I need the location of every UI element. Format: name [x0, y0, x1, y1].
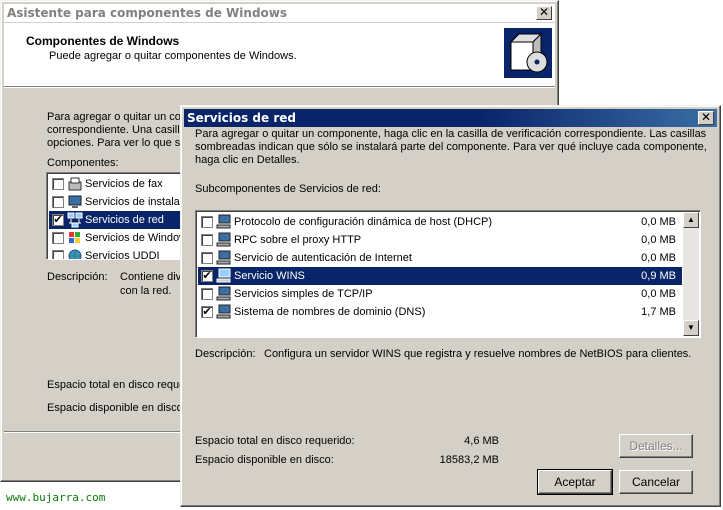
network-intro-line3: haga clic en Detalles. [195, 154, 300, 166]
subcomponent-size: 0,0 MB [641, 216, 676, 228]
wizard-close-button[interactable]: ✕ [536, 6, 552, 20]
subcomponent-checkbox[interactable] [201, 252, 213, 264]
install-icon [68, 195, 82, 208]
subcomponent-label: Sistema de nombres de dominio (DNS) [234, 306, 426, 318]
subcomponent-size: 0,0 MB [641, 288, 676, 300]
list-item[interactable]: Servicios de fax [49, 175, 185, 193]
network-intro-line2: sombreadas indican que sólo se instalará… [195, 141, 707, 153]
disk-required-label: Espacio total en disco requerido: [195, 435, 355, 447]
wizard-box-cd-icon [504, 28, 552, 78]
subcomponents-scrollbar[interactable]: ▲ ▼ [683, 212, 699, 336]
subcomponents-list[interactable]: Protocolo de configuración dinámica de h… [195, 210, 701, 338]
computer-icon [216, 232, 231, 247]
wizard-intro-line1: Para agregar o quitar un com [47, 111, 191, 123]
subcomponent-checkbox-checked[interactable]: ✔ [201, 270, 213, 282]
computer-icon [216, 304, 231, 319]
wizard-intro-line2: correspondiente. Una casilla [47, 124, 186, 136]
component-label: Servicios de red [85, 214, 164, 226]
accept-button[interactable]: Aceptar [537, 469, 613, 495]
wizard-components-list[interactable]: Servicios de fax Servicios de instalac ✔… [46, 172, 186, 260]
network-intro-line1: Para agregar o quitar un componente, hag… [195, 128, 707, 140]
wizard-description-line2: con la red. [120, 285, 172, 297]
network-description-label: Descripción: [195, 348, 256, 360]
wizard-header-subtitle: Puede agregar o quitar componentes de Wi… [49, 50, 297, 62]
wizard-intro-line3: opciones. Para ver lo que se [47, 137, 187, 149]
network-services-title: Servicios de red [187, 111, 296, 125]
component-checkbox[interactable] [52, 178, 64, 190]
wizard-components-label: Componentes: [47, 157, 119, 169]
subcomponent-size: 0,0 MB [641, 234, 676, 246]
subcomponent-checkbox[interactable] [201, 216, 213, 228]
list-item-selected[interactable]: ✔ Servicios de red [49, 211, 185, 229]
wizard-description-label: Descripción: [47, 271, 108, 283]
component-label: Servicios de Window [85, 232, 186, 244]
cancel-button[interactable]: Cancelar [619, 470, 693, 494]
subcomponent-label: Servicio WINS [234, 270, 305, 282]
scroll-up-button[interactable]: ▲ [683, 212, 699, 228]
disk-available-label: Espacio disponible en disco: [195, 454, 334, 466]
windows-services-icon [69, 232, 80, 243]
subcomponent-label: Protocolo de configuración dinámica de h… [234, 216, 493, 228]
list-item[interactable]: RPC sobre el proxy HTTP 0,0 MB [198, 231, 682, 249]
list-item-selected[interactable]: ✔ Servicio WINS 0,9 MB [198, 267, 682, 285]
watermark-url: www.bujarra.com [6, 491, 106, 504]
network-services-title-bar[interactable]: Servicios de red ✕ [184, 109, 717, 127]
network-services-close-button[interactable]: ✕ [698, 111, 714, 125]
computer-icon [216, 286, 231, 301]
list-item[interactable]: Servicios UDDI [49, 247, 185, 260]
wizard-header-title: Componentes de Windows [26, 34, 180, 48]
wizard-title-bar[interactable]: Asistente para componentes de Windows ✕ [4, 4, 555, 22]
computer-icon [216, 250, 231, 265]
subcomponent-checkbox-checked[interactable]: ✔ [201, 306, 213, 318]
list-item[interactable]: ✔ Sistema de nombres de dominio (DNS) 1,… [198, 303, 682, 321]
network-description-text: Configura un servidor WINS que registra … [264, 348, 692, 360]
list-item[interactable]: Servicio de autenticación de Internet 0,… [198, 249, 682, 267]
disk-available-value: 18583,2 MB [439, 454, 499, 466]
subcomponent-size: 0,0 MB [641, 252, 676, 264]
wizard-disk-required: Espacio total en disco requer [47, 379, 189, 391]
fax-icon [68, 177, 82, 191]
wizard-disk-available: Espacio disponible en disco: [47, 402, 186, 414]
network-icon [67, 212, 83, 228]
subcomponent-label: Servicio de autenticación de Internet [234, 252, 412, 264]
subcomponent-label: RPC sobre el proxy HTTP [234, 234, 362, 246]
list-item[interactable]: Servicios simples de TCP/IP 0,0 MB [198, 285, 682, 303]
list-item[interactable]: Servicios de instalac [49, 193, 185, 211]
network-services-dialog: Servicios de red ✕ Para agregar o quitar… [180, 105, 721, 507]
wizard-title: Asistente para componentes de Windows [7, 6, 288, 20]
component-label: Servicios de fax [85, 178, 163, 190]
subcomponent-checkbox[interactable] [201, 234, 213, 246]
computer-icon [216, 214, 231, 229]
computer-icon [216, 268, 231, 283]
component-label: Servicios de instalac [85, 196, 186, 208]
scroll-down-button[interactable]: ▼ [683, 320, 699, 336]
component-checkbox[interactable] [52, 196, 64, 208]
component-checkbox-checked[interactable]: ✔ [52, 214, 64, 226]
list-item[interactable]: Servicios de Window [49, 229, 185, 247]
details-button[interactable]: Detalles... [619, 434, 693, 458]
subcomponent-checkbox[interactable] [201, 288, 213, 300]
subcomponent-label: Servicios simples de TCP/IP [234, 288, 373, 300]
component-checkbox[interactable] [52, 250, 64, 259]
subcomponent-size: 1,7 MB [641, 306, 676, 318]
uddi-icon [68, 249, 82, 259]
subcomponents-label: Subcomponentes de Servicios de red: [195, 183, 381, 195]
component-label: Servicios UDDI [85, 250, 160, 260]
wizard-header: Componentes de Windows Puede agregar o q… [4, 23, 555, 86]
disk-required-value: 4,6 MB [464, 435, 499, 447]
wizard-description-line1: Contiene div [120, 271, 182, 283]
subcomponent-size: 0,9 MB [641, 270, 676, 282]
wizard-header-divider [4, 86, 555, 88]
component-checkbox[interactable] [52, 232, 64, 244]
list-item[interactable]: Protocolo de configuración dinámica de h… [198, 213, 682, 231]
